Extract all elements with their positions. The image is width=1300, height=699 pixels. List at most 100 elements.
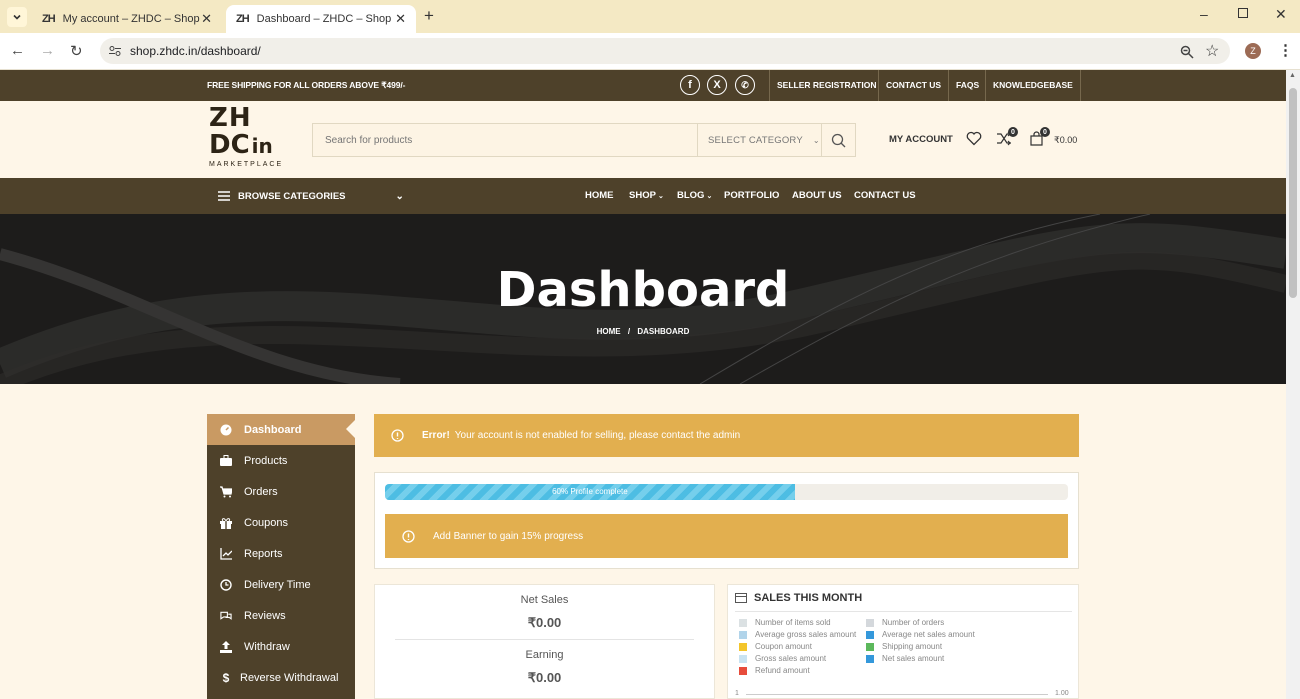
sidebar-item-orders[interactable]: Orders (207, 476, 355, 507)
facebook-icon[interactable]: f (680, 75, 700, 95)
page-title: Dashboard (496, 262, 790, 318)
earning-value: ₹0.00 (527, 670, 562, 685)
browser-menu-icon[interactable]: ⋮ (1278, 41, 1293, 59)
page-scrollbar[interactable]: ▲ (1286, 70, 1300, 699)
faqs-link[interactable]: FAQS (948, 70, 986, 101)
new-tab-icon[interactable]: + (424, 6, 434, 26)
forward-icon[interactable]: → (40, 42, 55, 59)
divider (395, 639, 694, 640)
net-sales-label: Net Sales (520, 594, 569, 606)
sidebar-item-label: Reviews (244, 609, 286, 622)
chevron-down-icon (13, 14, 21, 20)
legend-item[interactable]: Number of items sold (739, 618, 831, 627)
logo[interactable]: ZH DC in MARKETPLACE (209, 105, 293, 177)
browse-categories-label: BROWSE CATEGORIES (238, 190, 346, 202)
sidebar-item-coupons[interactable]: Coupons (207, 507, 355, 538)
breadcrumb-home[interactable]: HOME (597, 327, 621, 336)
url-field[interactable]: shop.zhdc.in/dashboard/ (100, 38, 1230, 64)
knowledgebase-link[interactable]: KNOWLEDGEBASE (985, 70, 1081, 101)
seller-registration-link[interactable]: SELLER REGISTRATION (769, 70, 884, 101)
compare-count-badge: 0 (1008, 127, 1018, 137)
scrollbar-thumb[interactable] (1289, 88, 1297, 298)
error-alert: Error! Your account is not enabled for s… (374, 414, 1079, 457)
sidebar-item-reverse-withdrawal[interactable]: $ Reverse Withdrawal (207, 662, 355, 693)
tab-my-account[interactable]: ZH My account – ZHDC – Shop ✕ (32, 5, 222, 33)
legend-label: Average net sales amount (882, 630, 975, 639)
sidebar-item-reports[interactable]: Reports (207, 538, 355, 569)
cart-button[interactable]: 0 (1029, 127, 1050, 146)
wishlist-heart-icon[interactable] (966, 131, 982, 146)
sidebar-item-label: Delivery Time (244, 578, 311, 591)
search-input[interactable] (313, 124, 697, 156)
legend-item[interactable]: Net sales amount (866, 654, 944, 663)
gauge-icon (220, 424, 232, 436)
browse-categories-button[interactable]: BROWSE CATEGORIES ⌄ (218, 178, 404, 214)
reload-icon[interactable]: ↻ (70, 42, 83, 60)
back-icon[interactable]: ← (10, 42, 25, 59)
legend-item[interactable]: Average net sales amount (866, 630, 975, 639)
legend-item[interactable]: Gross sales amount (739, 654, 826, 663)
legend-item[interactable]: Number of orders (866, 618, 944, 627)
earning-label: Earning (525, 649, 564, 661)
zoom-icon[interactable] (1180, 45, 1194, 59)
legend-swatch (866, 642, 874, 651)
legend-item[interactable]: Average gross sales amount (739, 630, 856, 639)
logo-tagline: MARKETPLACE (209, 161, 284, 168)
sidebar-item-label: Dashboard (244, 423, 302, 436)
window-close-icon[interactable]: ✕ (1275, 6, 1287, 23)
category-select-label: SELECT CATEGORY (708, 134, 803, 146)
progress-tip[interactable]: Add Banner to gain 15% progress (385, 514, 1068, 558)
search-icon (831, 133, 846, 147)
progress-tip-text: Add Banner to gain 15% progress (433, 530, 584, 542)
scroll-up-arrow-icon[interactable]: ▲ (1289, 72, 1296, 79)
legend-label: Shipping amount (882, 642, 943, 651)
nav-contact-us[interactable]: CONTACT US (854, 178, 916, 214)
sidebar-item-products[interactable]: Products (207, 445, 355, 476)
profile-progress-panel: 60% Profile complete Add Banner to gain … (374, 472, 1079, 569)
legend-item[interactable]: Shipping amount (866, 642, 942, 651)
bookmark-star-icon[interactable]: ☆ (1205, 41, 1219, 61)
nav-shop[interactable]: SHOP ⌄ (629, 178, 664, 214)
tab-dashboard[interactable]: ZH Dashboard – ZHDC – Shop ✕ (226, 5, 416, 33)
site-header: ZH DC in MARKETPLACE SELECT CATEGORY ⌄ M… (0, 101, 1286, 178)
nav-portfolio[interactable]: PORTFOLIO (724, 178, 779, 214)
legend-swatch (739, 630, 747, 639)
cart-total[interactable]: ₹0.00 (1054, 135, 1077, 146)
site-settings-icon[interactable] (108, 44, 122, 58)
nav-home[interactable]: HOME (585, 178, 614, 214)
sidebar-item-reviews[interactable]: Reviews (207, 600, 355, 631)
legend-item[interactable]: Coupon amount (739, 642, 812, 651)
chart-axis-right-label: 1.00 (1055, 690, 1069, 697)
search-button[interactable] (821, 124, 855, 156)
logo-line2b: in (251, 134, 273, 158)
legend-swatch (866, 618, 874, 627)
sidebar-item-withdraw[interactable]: Withdraw (207, 631, 355, 662)
sidebar-item-delivery-time[interactable]: Delivery Time (207, 569, 355, 600)
address-bar-row: ← → ↻ shop.zhdc.in/dashboard/ ☆ Z ⋮ (0, 33, 1300, 70)
close-icon[interactable]: ✕ (201, 11, 212, 27)
minimize-icon[interactable]: – (1200, 6, 1208, 22)
sidebar-item-dashboard[interactable]: Dashboard (207, 414, 356, 445)
legend-swatch (739, 666, 747, 675)
error-label: Error! (422, 430, 450, 441)
category-select[interactable]: SELECT CATEGORY ⌄ (697, 124, 821, 156)
restore-icon[interactable] (1238, 8, 1248, 18)
chevron-down-icon: ⌄ (706, 193, 713, 200)
profile-avatar[interactable]: Z (1245, 43, 1261, 59)
x-icon[interactable]: X (707, 75, 727, 95)
legend-swatch (739, 654, 747, 663)
divider (735, 611, 1072, 612)
breadcrumb: HOME / DASHBOARD (0, 327, 1286, 336)
close-icon[interactable]: ✕ (395, 11, 406, 27)
contact-us-link[interactable]: CONTACT US (878, 70, 948, 101)
comments-icon (220, 610, 232, 622)
logo-line1: ZH (209, 103, 252, 133)
my-account-link[interactable]: MY ACCOUNT (889, 134, 953, 145)
nav-about-us[interactable]: ABOUT US (792, 178, 842, 214)
nav-blog[interactable]: BLOG ⌄ (677, 178, 712, 214)
cart-count-badge: 0 (1040, 127, 1050, 137)
whatsapp-icon[interactable]: ✆ (735, 75, 755, 95)
tab-search-button[interactable] (7, 7, 27, 27)
legend-item[interactable]: Refund amount (739, 666, 810, 675)
compare-button[interactable]: 0 (996, 127, 1018, 146)
